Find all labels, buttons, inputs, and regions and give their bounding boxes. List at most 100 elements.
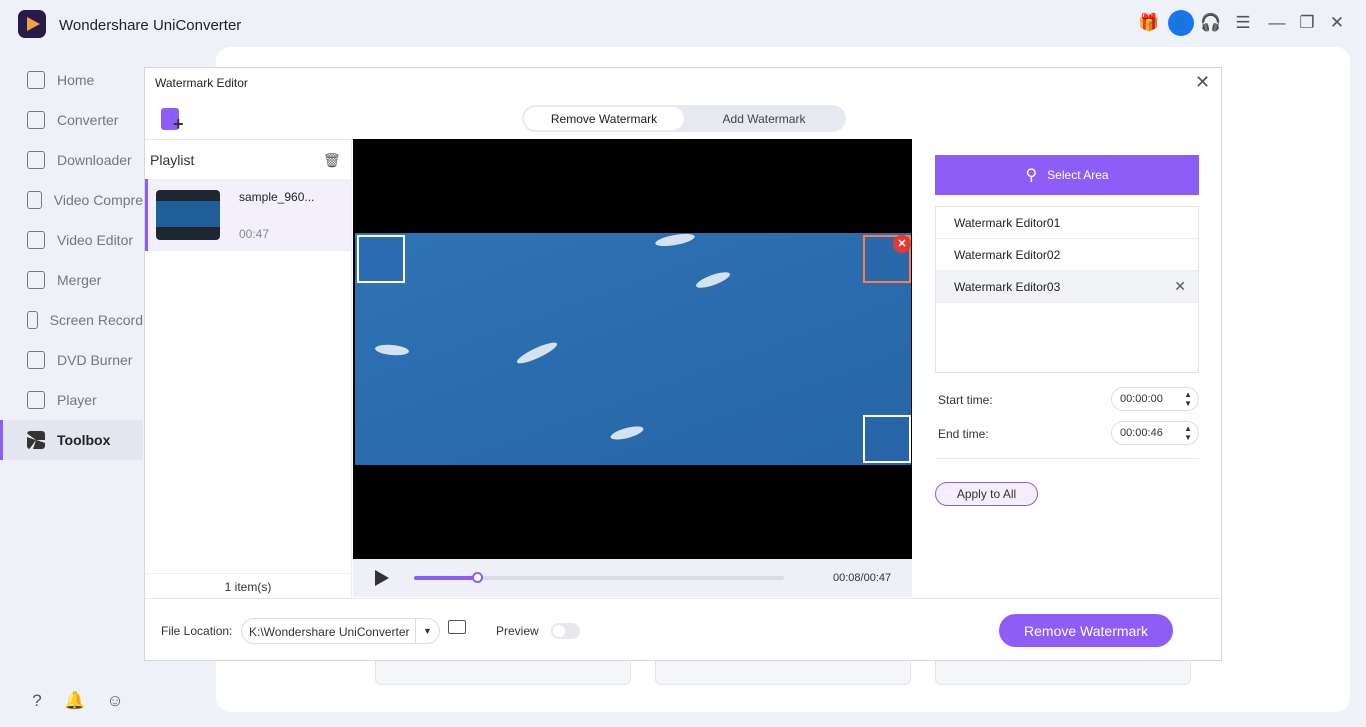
scissors-icon [27, 231, 45, 249]
preview-label: Preview [496, 624, 539, 638]
playlist-panel: Playlist 🗑 sample_960... 00:47 1 item(s) [145, 139, 352, 598]
bird [609, 423, 645, 443]
sidebar-item-label: Video Compre [53, 192, 143, 208]
start-time-value: 00:00:00 [1120, 393, 1163, 405]
minimize-icon[interactable]: — [1264, 10, 1290, 36]
home-icon [27, 71, 45, 89]
sidebar-item-converter[interactable]: Converter [0, 100, 143, 140]
sidebar-item-video-compre[interactable]: Video Compre [0, 180, 143, 220]
sidebar-item-toolbox[interactable]: Toolbox [0, 420, 143, 460]
dialog-footer: File Location: K:\Wondershare UniConvert… [145, 598, 1222, 661]
folder-icon[interactable] [448, 620, 466, 634]
file-location-value: K:\Wondershare UniConverter [249, 625, 410, 639]
title-bar: Wondershare UniConverter 🎁 👤 🎧 ☰ — ❐ ✕ [0, 0, 1366, 48]
file-location-label: File Location: [161, 624, 233, 638]
video-preview: ✕ [353, 139, 912, 559]
delete-selection-icon[interactable]: ✕ [893, 235, 911, 253]
video-thumbnail [156, 190, 220, 240]
sidebar-item-merger[interactable]: Merger [0, 260, 143, 300]
sidebar-item-home[interactable]: Home [0, 60, 143, 100]
watermark-item-selected[interactable]: Watermark Editor03 ✕ [936, 271, 1198, 303]
time-display: 00:08/00:47 [833, 572, 892, 584]
sidebar-item-label: Merger [57, 272, 102, 288]
player-icon [27, 391, 45, 409]
restore-icon[interactable]: ❐ [1294, 10, 1320, 36]
feedback-icon[interactable]: ☺ [102, 688, 128, 714]
bird [514, 339, 560, 367]
close-icon[interactable]: ✕ [1195, 72, 1210, 93]
sidebar-item-player[interactable]: Player [0, 380, 143, 420]
seek-bar[interactable] [414, 572, 784, 583]
bird [654, 231, 696, 249]
remove-icon[interactable]: ✕ [1174, 278, 1186, 295]
end-time-input[interactable]: 00:00:46 ▲ ▼ [1111, 421, 1199, 445]
play-icon[interactable] [375, 570, 389, 586]
selection-box[interactable] [863, 415, 911, 463]
start-time-input[interactable]: 00:00:00 ▲ ▼ [1111, 387, 1199, 411]
watermark-list: Watermark Editor01 Watermark Editor02 Wa… [935, 206, 1199, 373]
watermark-item[interactable]: Watermark Editor02 [936, 239, 1198, 271]
chevron-down-icon[interactable]: ▼ [415, 619, 439, 643]
sidebar-item-label: Toolbox [57, 432, 111, 448]
support-icon[interactable]: 🎧 [1198, 10, 1224, 36]
bird [374, 343, 410, 357]
sidebar-item-label: Home [57, 72, 95, 88]
sidebar-item-downloader[interactable]: Downloader [0, 140, 143, 180]
stepper-icon[interactable]: ▲ ▼ [1184, 390, 1192, 408]
watermark-item-label: Watermark Editor03 [954, 279, 1061, 294]
sidebar-item-label: Player [57, 392, 97, 408]
watermark-settings-panel: ⚲ Select Area Watermark Editor01 Watermar… [912, 139, 1222, 598]
stamp-icon: ⚲ [1025, 167, 1038, 184]
converter-icon [27, 111, 45, 129]
compress-icon [27, 191, 42, 209]
sidebar-item-label: Screen Record [49, 312, 143, 328]
watermark-editor-dialog: Watermark Editor ✕ + Remove Watermark Ad… [144, 67, 1222, 661]
toolbox-icon [27, 431, 45, 449]
account-icon[interactable]: 👤 [1168, 10, 1194, 36]
item-count: 1 item(s) [145, 573, 351, 599]
sidebar-item-label: Downloader [57, 152, 132, 168]
playlist-item[interactable]: sample_960... 00:47 [145, 179, 351, 251]
file-name: sample_960... [239, 190, 315, 204]
select-area-button[interactable]: ⚲ Select Area [935, 155, 1199, 195]
select-area-label: Select Area [1047, 168, 1109, 182]
dialog-title: Watermark Editor [155, 76, 248, 90]
gift-icon[interactable]: 🎁 [1136, 10, 1162, 36]
remove-watermark-button[interactable]: Remove Watermark [999, 614, 1173, 647]
seek-handle[interactable] [471, 572, 483, 583]
sidebar-item-screen-record[interactable]: Screen Record [0, 300, 143, 340]
file-location-select[interactable]: K:\Wondershare UniConverter ▼ [241, 618, 440, 644]
stepper-icon[interactable]: ▲ ▼ [1184, 424, 1192, 442]
watermark-item[interactable]: Watermark Editor01 [936, 207, 1198, 239]
disc-icon [27, 351, 45, 369]
sidebar-item-label: Converter [57, 112, 119, 128]
preview-toggle[interactable] [551, 623, 580, 639]
sidebar-item-label: Video Editor [57, 232, 134, 248]
apply-to-all-button[interactable]: Apply to All [935, 482, 1038, 506]
help-icon[interactable]: ? [24, 688, 50, 714]
app-title: Wondershare UniConverter [59, 17, 242, 34]
tab-remove-watermark[interactable]: Remove Watermark [524, 107, 684, 130]
selection-box[interactable] [357, 235, 405, 283]
close-icon[interactable]: ✕ [1324, 10, 1350, 36]
playlist-title: Playlist [150, 152, 195, 168]
notification-icon[interactable]: 🔔 [62, 688, 88, 714]
sidebar-item-video-editor[interactable]: Video Editor [0, 220, 143, 260]
player-controls: 00:08/00:47 [353, 559, 912, 597]
download-icon [27, 151, 45, 169]
sidebar-item-dvd-burner[interactable]: DVD Burner [0, 340, 143, 380]
menu-icon[interactable]: ☰ [1230, 10, 1256, 36]
mode-toggle: Remove Watermark Add Watermark [522, 105, 846, 132]
app-logo [18, 10, 46, 38]
start-time-label: Start time: [938, 393, 993, 407]
trash-icon[interactable]: 🗑 [323, 152, 341, 169]
add-file-icon[interactable]: + [161, 108, 184, 134]
end-time-value: 00:00:46 [1120, 427, 1163, 439]
sidebar-item-label: DVD Burner [57, 352, 133, 368]
video-frame: ✕ [355, 231, 911, 465]
file-duration: 00:47 [239, 227, 270, 241]
divider [935, 458, 1199, 459]
record-icon [27, 311, 38, 329]
tab-add-watermark[interactable]: Add Watermark [684, 107, 844, 130]
merge-icon [27, 271, 45, 289]
